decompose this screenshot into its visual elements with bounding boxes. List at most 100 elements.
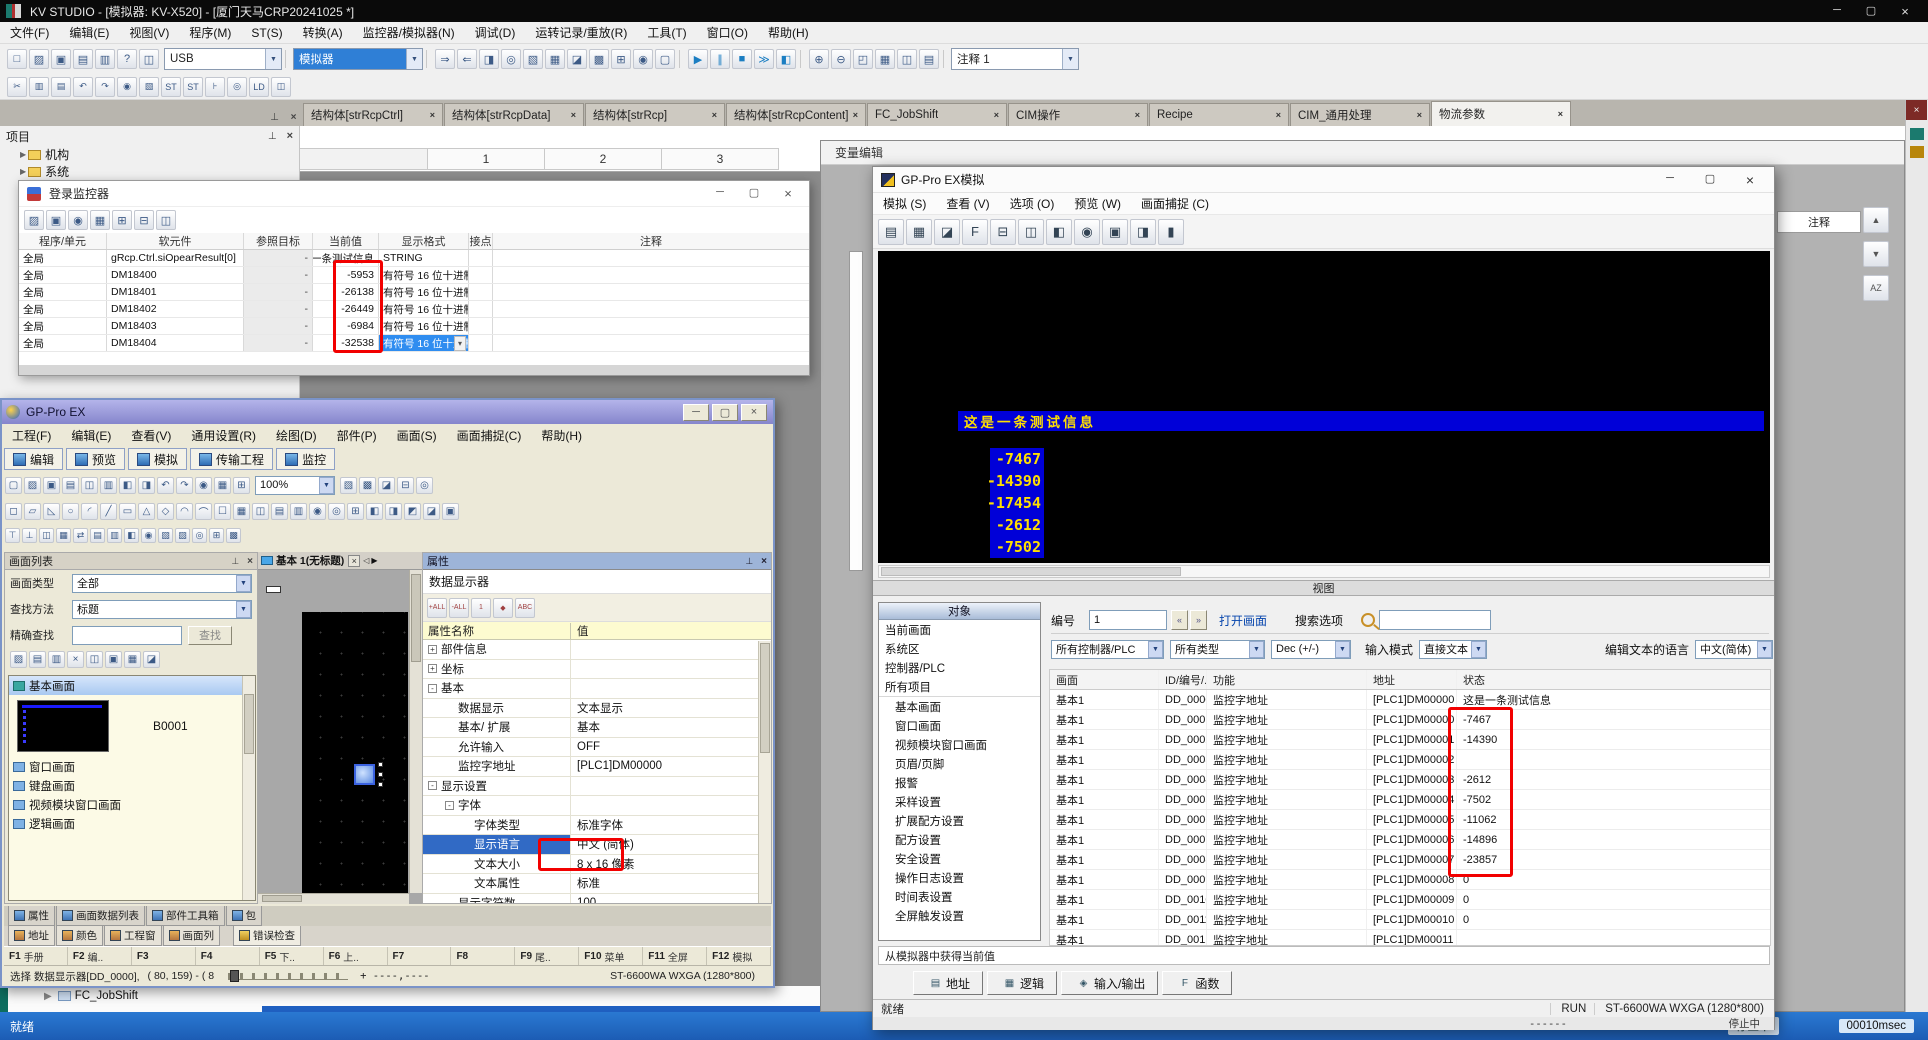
canvas-part-handle[interactable] [266,586,281,593]
document-tab[interactable]: 结构体[strRcpCtrl] × [303,103,443,126]
kv-menu-item[interactable]: 监控器/模拟器(N) [353,24,465,41]
redo-icon[interactable]: ↷ [95,77,115,97]
maximize-button[interactable]: ▢ [712,404,738,421]
watch-table-row[interactable]: 全局 DM18403 - -6984 有符号 16 位十进制数 [19,318,809,335]
fkey-button[interactable]: F11全屏 [643,947,707,965]
chevron-down-icon[interactable]: ▼ [319,477,334,494]
fit-icon[interactable]: ◰ [853,49,873,69]
sim-menu-item[interactable]: 预览 (W) [1064,195,1131,212]
tool-icon[interactable]: ◪ [567,49,587,69]
split-horizontal-icon[interactable]: ⊟ [990,219,1016,245]
maximize-button[interactable]: ▢ [737,186,771,201]
property-row[interactable]: 显示字符数100 [423,894,771,905]
object-tree-item[interactable]: 时间表设置 [879,887,1040,906]
object-tree-item[interactable]: 所有项目 [879,677,1040,696]
dock-tab[interactable]: 颜色 [56,926,103,946]
object-tree-item[interactable]: 采样设置 [879,792,1040,811]
tool-icon[interactable]: × [67,651,84,668]
tool-icon[interactable]: ⌒ [195,503,212,520]
tool-icon[interactable]: ◇ [157,503,174,520]
tool-icon[interactable]: ▤ [29,651,46,668]
fkey-button[interactable]: F12模拟 [707,947,771,965]
prop-name-header[interactable]: 属性名称 [423,623,571,639]
zoom-out-icon[interactable]: ⊖ [831,49,851,69]
tool-icon[interactable]: ▢ [655,49,675,69]
undo-icon[interactable]: ↶ [73,77,93,97]
pin-icon[interactable]: ⊥ [745,556,753,567]
watch-table-row[interactable]: 全局 DM18402 - -26449 有符号 16 位十进制数 [19,301,809,318]
column-header[interactable]: 显示格式 [379,233,469,249]
tool-icon[interactable]: ◉ [141,528,156,543]
sim-table-row[interactable]: 基本1 DD_0000 监控字地址 [PLC1]DM00000 这是一条测试信息 [1050,690,1770,710]
tool-icon[interactable]: ◫ [86,651,103,668]
tool-icon[interactable]: ▣ [43,477,60,494]
sim-table-row[interactable]: 基本1 DD_0001 监控字地址 [PLC1]DM00000 -7467 [1050,710,1770,730]
close-icon[interactable]: × [287,130,293,142]
sim-table-row[interactable]: 基本1 DD_0012 监控字地址 [PLC1]DM00011 [1050,930,1770,946]
sim-table-row[interactable]: 基本1 DD_0007 监控字地址 [PLC1]DM00006 -14896 [1050,830,1770,850]
memory-icon[interactable]: ◨ [1130,219,1156,245]
stop-icon[interactable]: ■ [732,49,752,69]
workspace-tree-item[interactable]: FC_JobShift [75,990,138,1002]
tool-icon[interactable]: ▧ [158,528,173,543]
screen-type-combo[interactable]: 全部▼ [72,574,252,593]
property-row[interactable]: -字体 [423,796,771,816]
gppro-menu-item[interactable]: 绘图(D) [266,427,327,444]
chevron-down-icon[interactable]: ▼ [1471,641,1486,658]
tool-icon[interactable]: ◫ [252,503,269,520]
tool-icon[interactable]: ▤ [271,503,288,520]
tool-icon[interactable]: ▩ [226,528,241,543]
tool-icon[interactable]: ⊤ [5,528,20,543]
gppro-mode-tab[interactable]: 监控 [276,448,335,470]
controller-filter-combo[interactable]: 所有控制器/PLC▼ [1051,640,1164,659]
chevron-right-icon[interactable]: ▶ [20,150,26,159]
object-tree-item[interactable]: 操作日志设置 [879,868,1040,887]
monitor-window-icon[interactable]: ◫ [156,210,176,230]
kv-menu-item[interactable]: 窗口(O) [697,24,758,41]
kv-menu-item[interactable]: 文件(F) [0,24,59,41]
object-tree-item[interactable]: 报警 [879,773,1040,792]
window-icon[interactable]: ◫ [897,49,917,69]
tool-icon[interactable]: ▦ [233,503,250,520]
chevron-down-icon[interactable]: ▼ [1062,49,1078,69]
sim-table-row[interactable]: 基本1 DD_0005 监控字地址 [PLC1]DM00004 -7502 [1050,790,1770,810]
document-tab[interactable]: 结构体[strRcp] × [585,103,725,126]
object-tree-item[interactable]: 基本画面 [879,697,1040,716]
tool-icon[interactable]: ⊞ [233,477,250,494]
chevron-down-icon[interactable]: ▼ [1249,641,1264,658]
pin-icon[interactable]: ⊥ [266,109,283,126]
prop-value-header[interactable]: 值 [571,623,589,639]
replace-icon[interactable]: ▧ [139,77,159,97]
gppro-menu-item[interactable]: 画面(S) [387,427,447,444]
tool-icon[interactable]: ▧ [340,477,357,494]
project-tree-item[interactable]: ▶ 系统 [20,163,299,180]
tool-icon[interactable]: ▨ [175,528,190,543]
tool-icon[interactable]: ◎ [416,477,433,494]
canvas-black-screen[interactable] [302,612,408,893]
kv-usb-combo[interactable]: USB▼ [164,48,282,70]
tool-icon[interactable]: ◧ [119,477,136,494]
watch-list-icon[interactable]: ▦ [906,219,932,245]
kv-menu-item[interactable]: 调试(D) [465,24,526,41]
column-header[interactable]: 参照目标 [244,233,313,249]
tool-icon[interactable]: ▨ [10,651,27,668]
scrollbar[interactable] [878,565,1770,578]
tool-icon[interactable]: ◩ [404,503,421,520]
zoom-combo[interactable]: 100%▼ [255,476,335,495]
tool-icon[interactable]: ↷ [176,477,193,494]
object-tree-item[interactable]: 全屏触发设置 [879,906,1040,925]
delete-register-icon[interactable]: ▦ [90,210,110,230]
save-icon[interactable]: ▣ [51,49,71,69]
minimize-button[interactable]: ─ [703,186,737,201]
tab-scroll-right-icon[interactable]: ▶ [371,556,377,565]
sim-menu-item[interactable]: 画面捕捉 (C) [1131,195,1219,212]
screen-item-b0001[interactable]: B0001 [9,695,255,757]
properties-bottom-tab[interactable]: 部件工具箱 [146,906,225,926]
grid-icon[interactable]: ▦ [875,49,895,69]
tool-icon[interactable]: ▨ [24,477,41,494]
column-header[interactable]: 接点 [469,233,493,249]
prev-screen-button[interactable]: « [1171,610,1188,630]
property-row[interactable]: 基本/ 扩展基本 [423,718,771,738]
gppro-menu-item[interactable]: 部件(P) [327,427,387,444]
property-row[interactable]: -基本 [423,679,771,699]
